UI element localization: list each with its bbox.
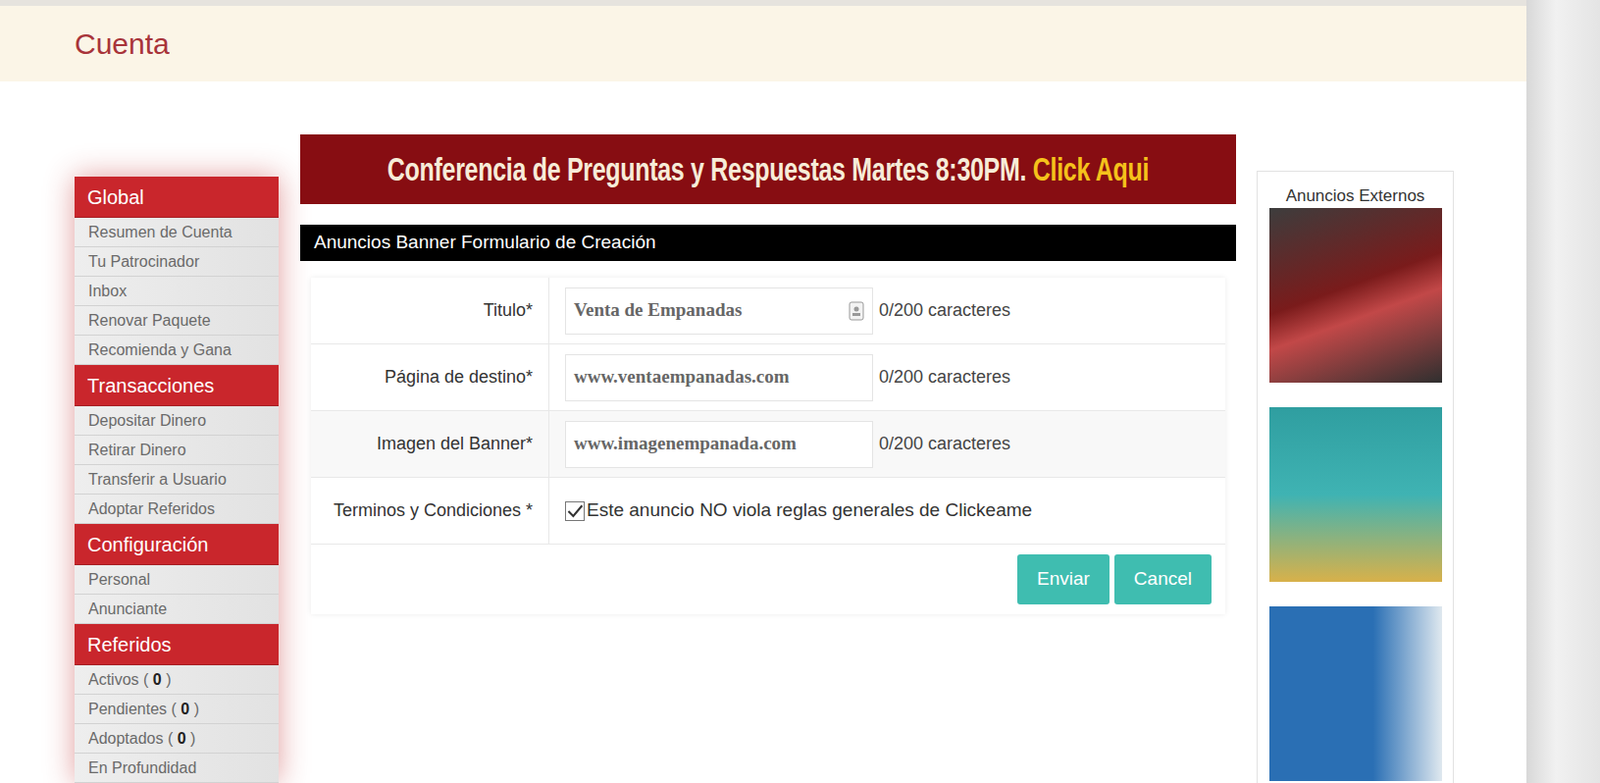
referral-count: 0 (153, 668, 162, 692)
contact-card-icon (848, 301, 865, 321)
form-actions: EnviarCancel (310, 544, 1226, 615)
external-ads: Anuncios Externos (1256, 170, 1454, 783)
ad-banner[interactable] (1269, 407, 1443, 582)
banner-form: Titulo*Venta de Empanadas0/200 caractere… (310, 277, 1226, 615)
sidebar-item[interactable]: Depositar Dinero (74, 406, 279, 436)
sidebar-section: Global (74, 176, 279, 218)
field-label: Imagen del Banner* (310, 411, 550, 477)
referral-count: 0 (177, 726, 187, 751)
ads-title: Anuncios Externos (1286, 185, 1426, 207)
sidebar-item[interactable]: Anunciante (74, 594, 279, 624)
field-label: Terminos y Condiciones * (310, 477, 550, 544)
sidebar-item[interactable]: En Profundidad (74, 753, 279, 783)
sidebar-item[interactable]: Tu Patrocinador (74, 247, 279, 277)
sidebar-section: Configuración (74, 523, 279, 566)
form-title-bar: Anuncios Banner Formulario de Creación (300, 224, 1237, 261)
sidebar-item[interactable]: Activos ( 0 ) (74, 665, 279, 695)
conference-banner[interactable]: Conferencia de Preguntas y Respuestas Ma… (300, 134, 1237, 205)
terms-checkbox[interactable]: Este anuncio NO viola reglas generales d… (565, 496, 1033, 525)
sidebar-item[interactable]: Recomienda y Gana (74, 335, 279, 365)
page-header: Cuenta (0, 0, 1527, 82)
sidebar-item[interactable]: Inbox (74, 276, 279, 307)
sidebar-item[interactable]: Retirar Dinero (74, 435, 279, 465)
ad-banner[interactable] (1269, 606, 1443, 781)
cancel-button[interactable]: Cancel (1114, 554, 1212, 605)
char-counter: 0/200 caracteres (878, 363, 1011, 391)
char-counter: 0/200 caracteres (878, 297, 1011, 324)
sidebar-item[interactable]: Adoptados ( 0 ) (74, 723, 279, 754)
sidebar-item[interactable]: Renovar Paquete (74, 306, 279, 336)
sidebar-item[interactable]: Pendientes ( 0 ) (74, 694, 279, 724)
referral-count: 0 (180, 697, 190, 722)
sidebar-item[interactable]: Transferir a Usuario (74, 464, 279, 495)
sidebar-item[interactable]: Adoptar Referidos (74, 494, 279, 524)
form-row: Titulo* Venta de Empanadas0/200 caractere… (310, 277, 1226, 345)
char-counter: 0/200 caracteres (878, 430, 1011, 458)
sidebar-item[interactable]: Personal (74, 565, 279, 595)
text-input[interactable]: Venta de Empanadas (565, 287, 874, 335)
form-row: Página de destino* www.ventaempanadas.com… (310, 344, 1226, 412)
sidebar-section: Referidos (74, 623, 279, 666)
ad-banner[interactable] (1269, 207, 1443, 383)
checkbox[interactable] (565, 501, 585, 521)
field-label: Página de destino* (310, 344, 550, 411)
form-row: Terminos y Condiciones * Este anuncio NO … (310, 477, 1226, 545)
text-input[interactable]: www.ventaempanadas.com (565, 354, 874, 402)
page-title: Cuenta (74, 25, 170, 63)
text-input[interactable]: www.imagenempanada.com (565, 420, 874, 468)
field-label: Titulo* (310, 277, 550, 344)
form-row: Imagen del Banner* www.imagenempanada.com… (310, 411, 1226, 478)
sidebar: GlobalResumen de CuentaTu PatrocinadorIn… (74, 176, 279, 783)
sidebar-item[interactable]: Resumen de Cuenta (74, 217, 279, 248)
submit-button[interactable]: Enviar (1017, 554, 1110, 605)
sidebar-section: Transacciones (74, 364, 279, 407)
